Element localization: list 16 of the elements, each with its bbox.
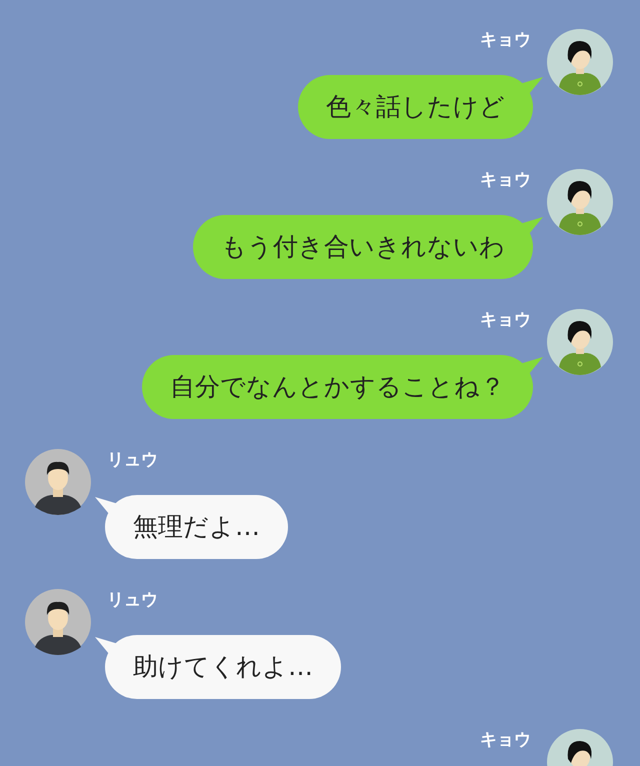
sender-name: キョウ [480, 169, 531, 191]
avatar [547, 169, 613, 235]
avatar [25, 449, 91, 515]
sender-name: リュウ [107, 589, 158, 611]
sender-name: キョウ [480, 729, 531, 751]
message-bubble: 自分でなんとかすることね？ [142, 355, 543, 419]
sender-name: リュウ [107, 449, 158, 471]
sender-name: キョウ [480, 309, 531, 331]
avatar [547, 29, 613, 95]
sender-name: キョウ [480, 29, 531, 51]
avatar [547, 309, 613, 375]
message-bubble: 助けてくれよ… [95, 635, 341, 699]
message-bubble: もう付き合いきれないわ [193, 215, 543, 279]
avatar [25, 589, 91, 655]
message-bubble: 無理だよ… [95, 495, 288, 559]
message-bubble: 色々話したけど [298, 75, 543, 139]
